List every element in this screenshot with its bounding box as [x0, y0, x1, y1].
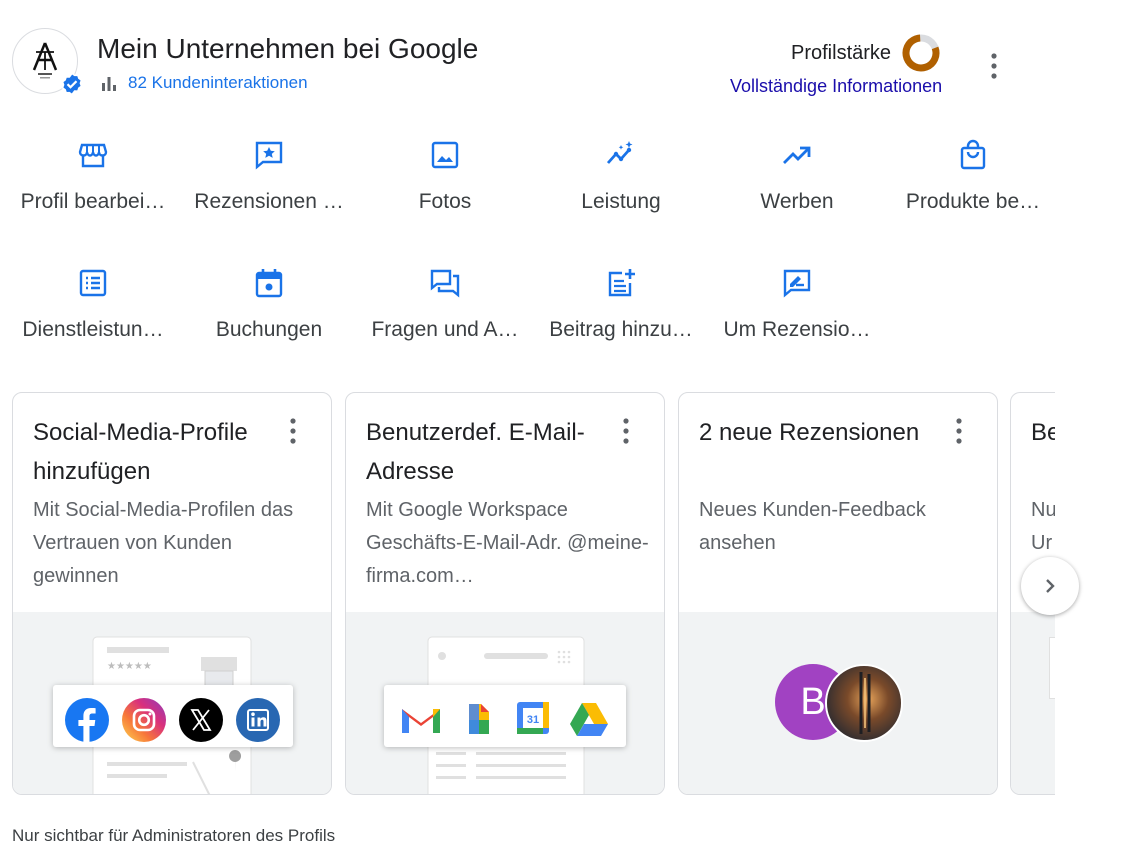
action-performance[interactable]: Leistung: [533, 134, 709, 244]
performance-icon: [604, 138, 638, 172]
action-services[interactable]: Dienstleistun…: [5, 262, 181, 372]
action-ask-reviews[interactable]: Um Rezensio…: [709, 262, 885, 372]
card-title: Be: [1031, 419, 1055, 446]
action-label: Rezensionen …: [194, 190, 344, 213]
card-title: Social-Media-Profile hinzufügen: [33, 419, 248, 485]
social-profile-illustration: ★★★★★: [53, 636, 293, 794]
action-label: Werben: [760, 190, 834, 213]
more-vert-icon: [956, 418, 962, 444]
photo-icon: [428, 138, 462, 172]
profile-strength-label: Profilstärke: [791, 41, 892, 64]
card-title: Benutzerdef. E-Mail-Adresse: [366, 419, 585, 485]
action-reviews[interactable]: Rezensionen …: [181, 134, 357, 244]
action-edit-profile[interactable]: Profil bearbei…: [5, 134, 181, 244]
card-custom-email[interactable]: Benutzerdef. E-Mail-Adresse Mit Google W…: [345, 392, 665, 795]
instagram-icon: [122, 698, 166, 742]
action-label: Buchungen: [215, 318, 323, 341]
customer-interactions-link[interactable]: 82 Kundeninteraktionen: [100, 73, 308, 93]
illustration-fragment: [1049, 637, 1055, 699]
google-drive-icon: [570, 703, 608, 736]
rate-review-icon: [780, 266, 814, 300]
verified-badge-icon: [61, 72, 83, 96]
gmail-icon: [402, 709, 440, 733]
forum-icon: [428, 266, 462, 300]
workspace-illustration: [384, 636, 626, 794]
more-vert-icon: [991, 53, 997, 79]
full-information-link[interactable]: Vollständige Informationen: [730, 76, 942, 97]
more-vert-icon: [290, 418, 296, 444]
profile-strength[interactable]: Profilstärke: [791, 33, 941, 73]
card-description: Mit Social-Media-Profilen das Vertrauen …: [33, 499, 294, 587]
action-label: Beitrag hinzu…: [549, 318, 693, 341]
action-label: Fragen und A…: [371, 318, 519, 341]
action-add-post[interactable]: Beitrag hinzu…: [533, 262, 709, 372]
logo-monogram-icon: [32, 42, 58, 79]
action-label: Profil bearbei…: [20, 190, 166, 213]
list-icon: [76, 266, 110, 300]
action-questions[interactable]: Fragen und A…: [357, 262, 533, 372]
bar-chart-icon: [102, 77, 116, 91]
action-bookings[interactable]: Buchungen: [181, 262, 357, 372]
card-illustration: B: [679, 612, 997, 794]
storefront-icon: [76, 138, 110, 172]
suggestion-cards: Social-Media-Profile hinzufügen Mit Soci…: [12, 392, 1055, 796]
card-more-button[interactable]: [947, 415, 971, 447]
profile-strength-ring-icon: [902, 34, 940, 72]
chevron-right-icon: [1046, 579, 1055, 593]
card-illustration: [1011, 612, 1055, 794]
more-vert-icon: [623, 418, 629, 444]
action-label: Dienstleistun…: [22, 318, 164, 341]
action-label: Fotos: [418, 190, 472, 213]
facebook-icon: [65, 698, 109, 742]
post-add-icon: [604, 266, 638, 300]
action-products[interactable]: Produkte be…: [885, 134, 1061, 244]
card-illustration: ★★★★★: [13, 612, 331, 794]
action-label: Um Rezensio…: [723, 318, 871, 341]
card-new-reviews[interactable]: 2 neue Rezensionen Neues Kunden-Feedback…: [678, 392, 998, 795]
carousel-next-button[interactable]: [1021, 557, 1079, 615]
google-calendar-icon: 31: [517, 702, 549, 734]
interactions-label: 82 Kundeninteraktionen: [128, 73, 308, 92]
x-twitter-icon: [179, 698, 223, 742]
linkedin-icon: [236, 698, 280, 742]
card-more-button[interactable]: [281, 415, 305, 447]
svg-text:31: 31: [527, 714, 539, 726]
svg-text:★★★★★: ★★★★★: [107, 661, 152, 672]
card-description: Mit Google Workspace Geschäfts-E-Mail-Ad…: [366, 499, 649, 587]
action-advertise[interactable]: Werben: [709, 134, 885, 244]
card-description: Neues Kunden-Feedback ansehen: [699, 499, 926, 554]
business-logo: [12, 28, 83, 96]
action-label: Produkte be…: [905, 190, 1041, 213]
calendar-icon: [252, 266, 286, 300]
card-more-button[interactable]: [614, 415, 638, 447]
action-photos[interactable]: Fotos: [357, 134, 533, 244]
review-star-icon: [252, 138, 286, 172]
shopping-bag-icon: [956, 138, 990, 172]
page-title: Mein Unternehmen bei Google: [97, 33, 479, 64]
card-social-media[interactable]: Social-Media-Profile hinzufügen Mit Soci…: [12, 392, 332, 795]
card-title: 2 neue Rezensionen: [699, 419, 920, 446]
more-options-button[interactable]: [982, 50, 1006, 82]
card-illustration: 31: [346, 612, 664, 794]
action-label: Leistung: [581, 190, 661, 213]
google-docs-icon: [469, 704, 489, 734]
admin-visibility-note: Nur sichtbar für Administratoren des Pro…: [12, 826, 336, 845]
card-description: Nu Ur: [1031, 499, 1055, 554]
reviewer-photo-avatar: [825, 664, 903, 742]
trending-up-icon: [780, 138, 814, 172]
